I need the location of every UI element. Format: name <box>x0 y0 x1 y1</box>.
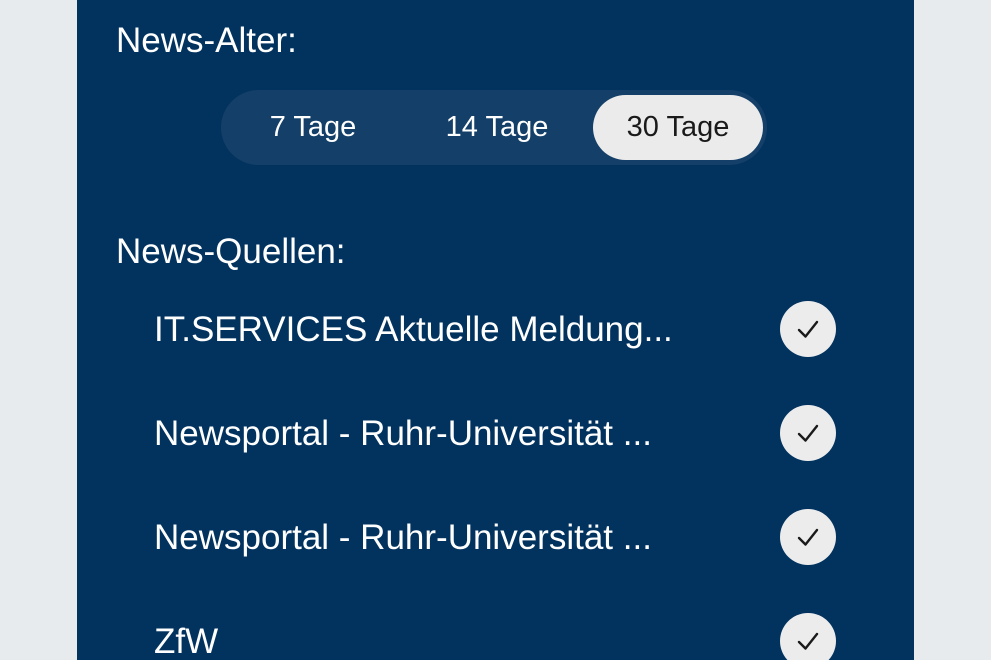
source-row-it-services[interactable]: IT.SERVICES Aktuelle Meldung... <box>154 300 844 360</box>
news-sources-label: News-Quellen: <box>116 232 346 271</box>
checkmark-icon <box>797 320 819 338</box>
news-age-segmented-control: 7 Tage 14 Tage 30 Tage <box>221 90 767 165</box>
source-name: Newsportal - Ruhr-Universität ... <box>154 518 652 557</box>
segment-7-days[interactable]: 7 Tage <box>229 95 397 160</box>
checkmark-icon <box>797 632 819 650</box>
source-toggle[interactable] <box>780 301 836 357</box>
source-row-zfw[interactable]: ZfW <box>154 612 844 660</box>
source-toggle[interactable] <box>780 509 836 565</box>
checkmark-icon <box>797 424 819 442</box>
source-row-newsportal-2[interactable]: Newsportal - Ruhr-Universität ... <box>154 508 844 568</box>
checkmark-icon <box>797 528 819 546</box>
source-name: IT.SERVICES Aktuelle Meldung... <box>154 310 673 349</box>
source-name: Newsportal - Ruhr-Universität ... <box>154 414 652 453</box>
segment-30-days[interactable]: 30 Tage <box>593 95 763 160</box>
news-age-label: News-Alter: <box>116 21 297 60</box>
segment-14-days[interactable]: 14 Tage <box>407 95 587 160</box>
source-name: ZfW <box>154 622 219 660</box>
source-toggle[interactable] <box>780 613 836 660</box>
source-toggle[interactable] <box>780 405 836 461</box>
settings-panel: News-Alter: 7 Tage 14 Tage 30 Tage News-… <box>77 0 914 660</box>
source-row-newsportal-1[interactable]: Newsportal - Ruhr-Universität ... <box>154 404 844 464</box>
